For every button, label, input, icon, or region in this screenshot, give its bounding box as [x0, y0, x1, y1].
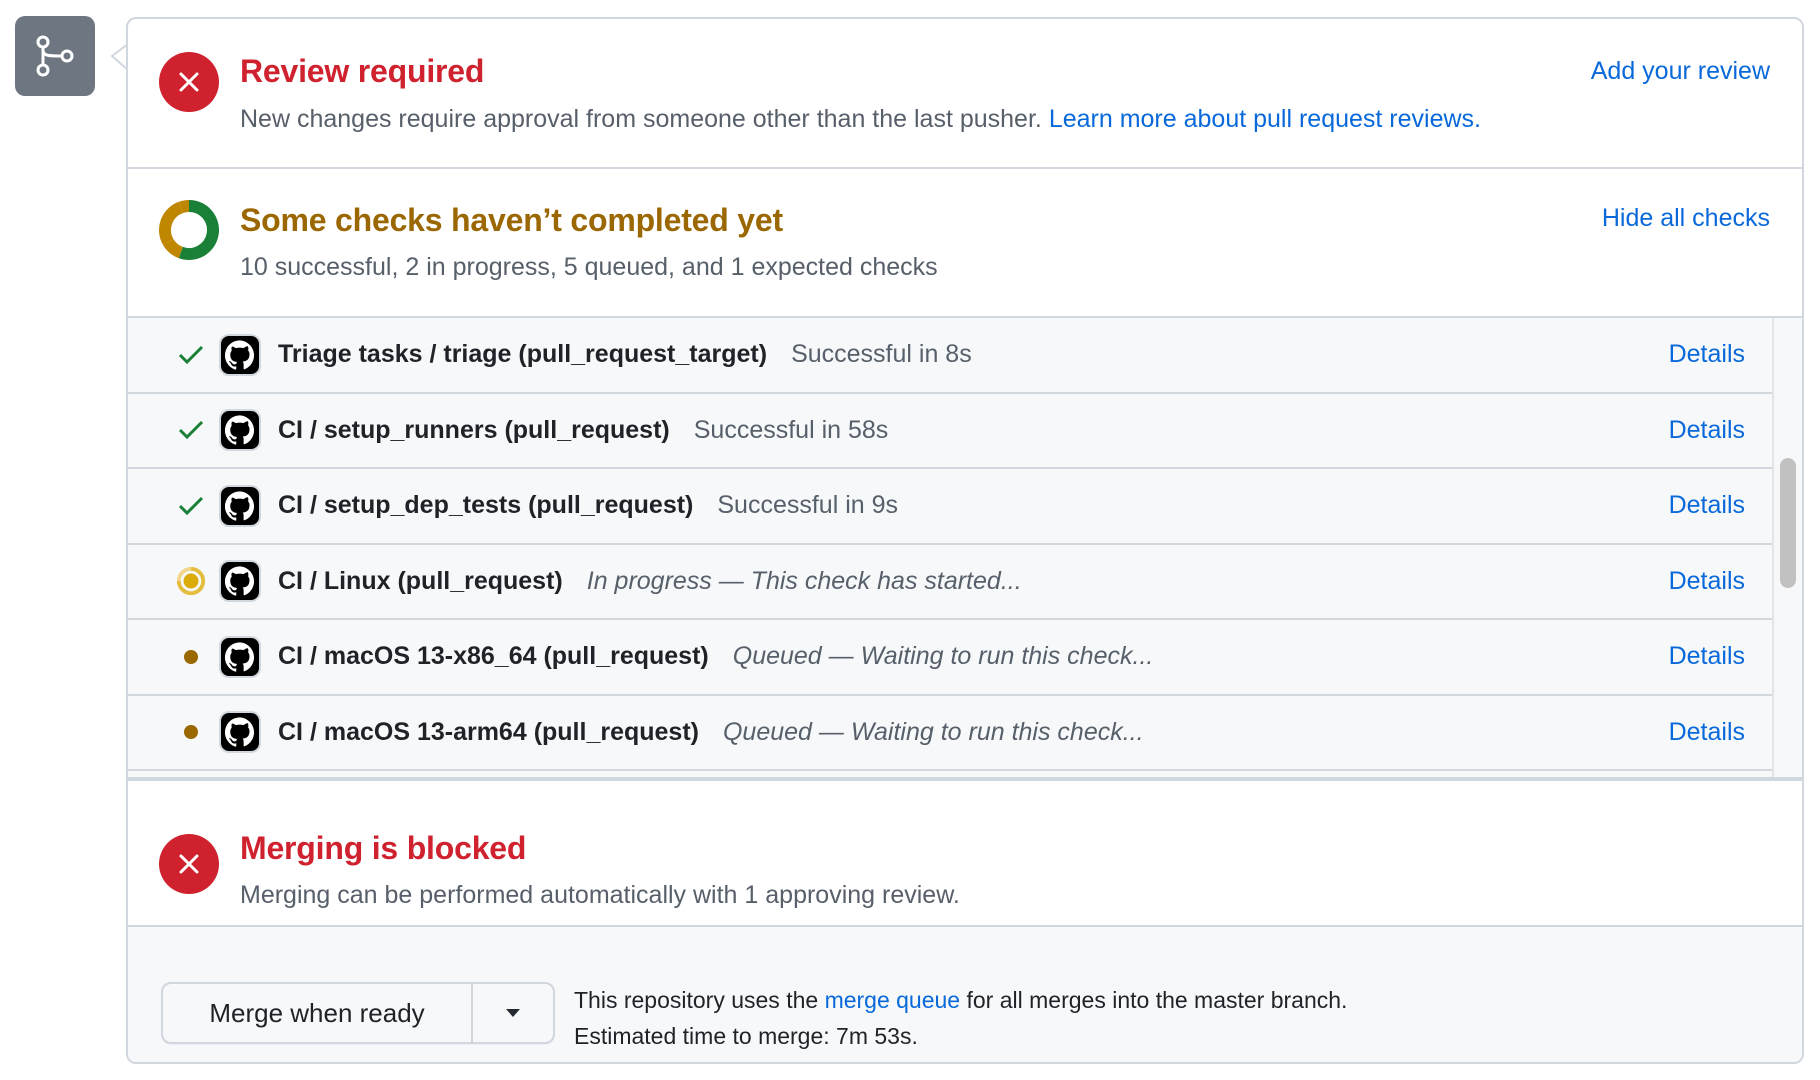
check-details-link[interactable]: Details [1669, 718, 1745, 747]
checks-list: Triage tasks / triage (pull_request_targ… [128, 318, 1802, 779]
check-name: CI / setup_dep_tests (pull_request) Succe… [278, 491, 898, 520]
merge-info-prefix: This repository uses the [574, 987, 819, 1013]
check-details-link[interactable]: Details [1669, 642, 1745, 671]
check-name: CI / macOS 13-arm64 (pull_request) Queued… [278, 718, 1144, 747]
check-name-text: Triage tasks / triage (pull_request_targ… [278, 340, 768, 369]
merge-action-section: Merge when ready This repository uses th… [128, 927, 1802, 1062]
check-details-link[interactable]: Details [1669, 416, 1745, 445]
triangle-down-icon [506, 1009, 520, 1017]
checks-list-rows: Triage tasks / triage (pull_request_targ… [128, 318, 1772, 777]
checks-summary-subtitle: 10 successful, 2 in progress, 5 queued, … [240, 253, 938, 281]
queued-dot-icon [176, 642, 206, 672]
merge-options-dropdown[interactable] [473, 984, 553, 1042]
hide-all-checks-link[interactable]: Hide all checks [1602, 204, 1770, 233]
donut-segment-in-progress [163, 238, 184, 259]
github-icon [219, 635, 261, 678]
check-icon [176, 340, 206, 370]
github-icon [219, 409, 261, 452]
in-progress-icon [176, 566, 206, 596]
merge-when-ready-button[interactable]: Merge when ready [163, 984, 473, 1042]
git-merge-badge [15, 16, 95, 96]
check-description: In progress — This check has started... [586, 566, 1022, 595]
check-icon [176, 415, 206, 445]
check-description: Successful in 8s [791, 340, 972, 369]
check-name: CI / macOS 13-x86_64 (pull_request) Queue… [278, 642, 1153, 671]
merge-queue-info: This repository uses the merge queue for… [574, 982, 1347, 1054]
checks-scrollbar[interactable] [1772, 318, 1802, 777]
review-required-subtitle: New changes require approval from someon… [240, 105, 1481, 134]
scrollbar-thumb[interactable] [1780, 458, 1796, 588]
check-name: CI / setup_runners (pull_request) Success… [278, 416, 888, 445]
check-name-text: CI / Linux (pull_request) [278, 566, 563, 595]
check-name-text: CI / setup_runners (pull_request) [278, 415, 670, 444]
add-your-review-link[interactable]: Add your review [1591, 57, 1770, 86]
check-row: CI / setup_dep_tests (pull_request) Succe… [128, 469, 1772, 545]
check-row: CI / Linux (pull_request) In progress — T… [128, 545, 1772, 620]
merge-queue-link[interactable]: merge queue [825, 987, 961, 1013]
github-icon [219, 484, 261, 527]
x-circle-icon [159, 834, 219, 894]
review-subtitle-text: New changes require approval from someon… [240, 105, 1042, 133]
donut-segment-queued [159, 201, 184, 245]
check-description: Successful in 58s [693, 415, 889, 444]
check-details-link[interactable]: Details [1669, 340, 1745, 369]
check-name-text: CI / macOS 13-arm64 (pull_request) [278, 717, 699, 746]
merging-blocked-section: Merging is blocked Merging can be perfor… [128, 779, 1802, 927]
check-description: Successful in 9s [717, 491, 899, 520]
merge-estimate: Estimated time to merge: 7m 53s. [574, 1023, 918, 1049]
check-icon [176, 491, 206, 521]
learn-more-link[interactable]: Learn more about pull request reviews. [1049, 105, 1481, 133]
git-branch-icon [36, 35, 74, 77]
check-description: Queued — Waiting to run this check... [722, 717, 1144, 746]
donut-segment-expected [178, 200, 190, 214]
check-row: CI / macOS 13-arm64 (pull_request) Queued… [128, 696, 1772, 771]
merge-status-panel: Review required New changes require appr… [126, 17, 1804, 1064]
check-row: Triage tasks / triage (pull_request_targ… [128, 318, 1772, 394]
review-required-title: Review required [240, 53, 485, 89]
donut-segment-successful [178, 200, 219, 260]
check-name-text: CI / setup_dep_tests (pull_request) [278, 491, 694, 520]
queued-dot-icon [176, 717, 206, 747]
merge-info-suffix: for all merges into the master branch. [966, 987, 1348, 1013]
review-required-section: Review required New changes require appr… [128, 19, 1802, 169]
checks-summary-section: Some checks haven’t completed yet 10 suc… [128, 169, 1802, 318]
merge-button-group: Merge when ready [161, 982, 555, 1044]
merging-blocked-title: Merging is blocked [240, 830, 527, 866]
merging-blocked-subtitle: Merging can be performed automatically w… [240, 881, 960, 909]
github-icon [219, 333, 261, 376]
x-circle-icon [159, 52, 219, 112]
github-icon [219, 711, 261, 754]
github-icon [219, 560, 261, 603]
check-name: CI / Linux (pull_request) In progress — T… [278, 567, 1022, 596]
check-name-text: CI / macOS 13-x86_64 (pull_request) [278, 642, 709, 671]
check-row: CI / setup_runners (pull_request) Success… [128, 394, 1772, 469]
progress-donut-icon [159, 200, 219, 260]
checks-summary-title: Some checks haven’t completed yet [240, 202, 783, 238]
check-details-link[interactable]: Details [1669, 567, 1745, 596]
check-description: Queued — Waiting to run this check... [732, 642, 1154, 671]
check-row: CI / macOS 13-x86_64 (pull_request) Queue… [128, 620, 1772, 696]
check-name: Triage tasks / triage (pull_request_targ… [278, 340, 972, 369]
merge-queue-line: This repository uses the merge queue for… [574, 982, 1347, 1018]
check-details-link[interactable]: Details [1669, 491, 1745, 520]
